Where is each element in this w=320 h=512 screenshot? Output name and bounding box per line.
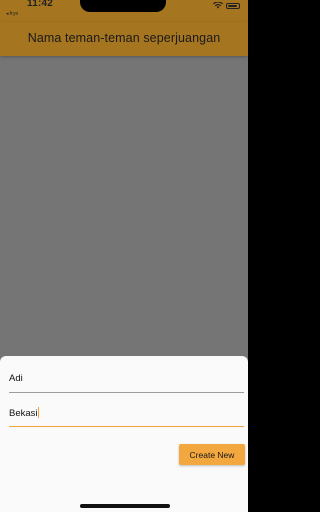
name-field[interactable]: Adi <box>9 369 244 393</box>
status-icons <box>213 2 240 9</box>
device-notch <box>80 0 166 12</box>
wifi-icon <box>213 2 223 9</box>
create-new-button[interactable]: Create New <box>179 444 245 465</box>
battery-icon <box>226 2 240 9</box>
name-field-value: Adi <box>9 373 23 384</box>
home-indicator[interactable] <box>80 504 170 508</box>
address-field-value: Bekasi <box>9 408 38 419</box>
status-bar: 11:42 ◂ fryo <box>0 0 248 22</box>
app-bar: Nama teman-teman seperjuangan <box>0 22 248 56</box>
status-time: 11:42 <box>27 0 54 9</box>
name-field-underline <box>9 392 244 393</box>
phone-screen: 11:42 ◂ fryo Nama teman-teman seperjuang… <box>0 0 248 512</box>
page-title: Nama teman-teman seperjuangan <box>27 31 221 45</box>
address-field-text: Bekasi <box>9 407 39 419</box>
text-cursor <box>37 407 39 418</box>
bottom-sheet: Adi Bekasi Create New <box>0 356 248 512</box>
address-field-underline <box>9 425 244 427</box>
back-to-app-link[interactable]: ◂ fryo <box>6 11 18 17</box>
address-field[interactable]: Bekasi <box>9 403 244 427</box>
